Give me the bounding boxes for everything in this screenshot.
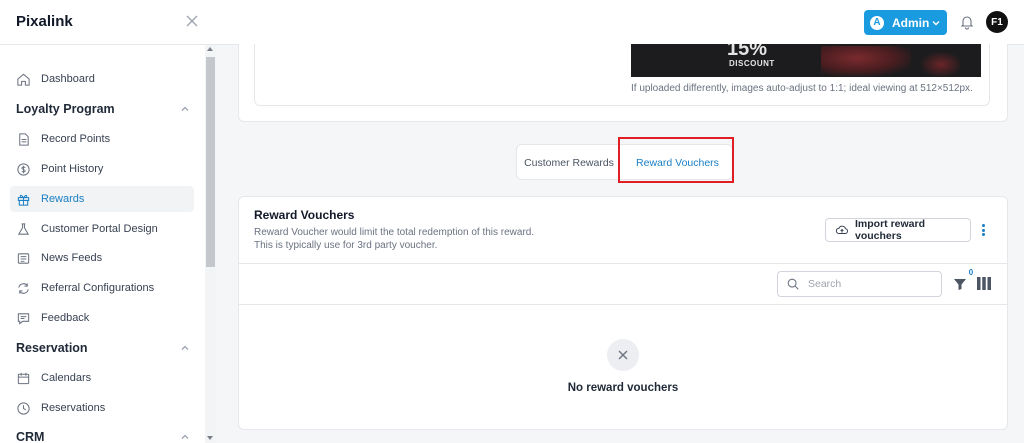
banner-meat-graphic xyxy=(821,46,911,76)
chevron-up-icon xyxy=(181,434,189,439)
news-icon xyxy=(16,251,31,266)
sidebar-item-label: Rewards xyxy=(41,193,85,205)
empty-state-text: No reward vouchers xyxy=(567,382,679,394)
sidebar-item-point-history[interactable]: Point History xyxy=(10,156,194,182)
document-icon xyxy=(16,132,31,147)
brand-logo: Pixalink xyxy=(16,13,73,30)
section-loyalty-program[interactable]: Loyalty Program xyxy=(16,99,190,119)
chevron-up-icon xyxy=(181,106,189,111)
vouchers-title: Reward Vouchers xyxy=(254,208,355,222)
section-reservation[interactable]: Reservation xyxy=(16,338,190,358)
filter-icon[interactable] xyxy=(952,276,968,292)
sidebar-item-label: Feedback xyxy=(41,312,90,324)
chevron-up-icon xyxy=(181,345,189,350)
search-icon xyxy=(786,277,800,291)
user-avatar[interactable]: F1 xyxy=(986,11,1008,33)
clock-icon xyxy=(16,401,31,416)
section-label: Reservation xyxy=(16,341,88,355)
reward-banner-image: 15% DISCOUNT xyxy=(631,44,981,77)
sidebar-item-referral-configurations[interactable]: Referral Configurations xyxy=(10,275,194,301)
admin-avatar: A xyxy=(870,15,884,30)
admin-dropdown-button[interactable]: A Admin xyxy=(864,10,947,35)
sidebar-item-record-points[interactable]: Record Points xyxy=(10,126,194,152)
import-button-label: Import reward vouchers xyxy=(855,218,926,242)
import-reward-vouchers-button[interactable]: Import reward vouchers xyxy=(825,218,971,242)
sidebar-item-label: Dashboard xyxy=(41,73,95,85)
upload-hint: If uploaded differently, images auto-adj… xyxy=(631,83,973,94)
message-icon xyxy=(16,311,31,326)
flask-icon xyxy=(16,222,31,237)
cloud-upload-icon xyxy=(835,223,849,237)
sidebar-item-feedback[interactable]: Feedback xyxy=(10,305,194,331)
top-bar: Pixalink A Admin F1 xyxy=(0,0,1024,45)
sidebar-item-customer-portal-design[interactable]: Customer Portal Design xyxy=(10,216,194,242)
more-options-icon[interactable] xyxy=(978,222,988,238)
sidebar-item-reservations[interactable]: Reservations xyxy=(10,395,194,421)
refresh-icon xyxy=(16,281,31,296)
chevron-down-icon xyxy=(932,20,940,25)
divider xyxy=(239,263,1007,264)
divider xyxy=(239,304,1007,305)
highlight-box xyxy=(618,137,734,183)
empty-state-close-icon xyxy=(607,339,639,371)
columns-icon[interactable] xyxy=(977,277,991,290)
sidebar-item-label: Referral Configurations xyxy=(41,282,155,294)
sidebar-scrollbar-thumb[interactable] xyxy=(206,57,215,267)
close-icon[interactable] xyxy=(184,13,200,29)
tab-customer-rewards[interactable]: Customer Rewards xyxy=(517,145,621,181)
gift-icon xyxy=(16,192,31,207)
filter-count-badge: 0 xyxy=(968,268,974,277)
banner-label: DISCOUNT xyxy=(729,59,775,68)
sidebar-item-label: News Feeds xyxy=(41,252,103,264)
scroll-down-arrow-icon[interactable] xyxy=(207,436,213,440)
sidebar-item-label: Point History xyxy=(41,163,104,175)
sidebar-item-rewards[interactable]: Rewards xyxy=(10,186,194,212)
admin-label: Admin xyxy=(892,15,930,30)
sidebar-item-label: Customer Portal Design xyxy=(41,223,158,235)
scroll-up-arrow-icon[interactable] xyxy=(207,47,213,51)
vouchers-description: This is typically use for 3rd party vouc… xyxy=(254,240,438,251)
vouchers-description: Reward Voucher would limit the total red… xyxy=(254,227,535,238)
bell-icon[interactable] xyxy=(959,14,975,30)
search-input[interactable] xyxy=(808,278,938,290)
sidebar-item-label: Record Points xyxy=(41,133,111,145)
section-label: Loyalty Program xyxy=(16,102,115,116)
home-icon xyxy=(16,72,31,87)
search-field[interactable] xyxy=(777,271,942,297)
sidebar-item-news-feeds[interactable]: News Feeds xyxy=(10,245,194,271)
sidebar-item-label: Reservations xyxy=(41,402,106,414)
section-crm[interactable]: CRM xyxy=(16,427,190,443)
banner-meat-graphic xyxy=(921,52,961,77)
sidebar-item-dashboard[interactable]: Dashboard xyxy=(10,66,194,92)
dollar-icon xyxy=(16,162,31,177)
section-label: CRM xyxy=(16,430,45,443)
